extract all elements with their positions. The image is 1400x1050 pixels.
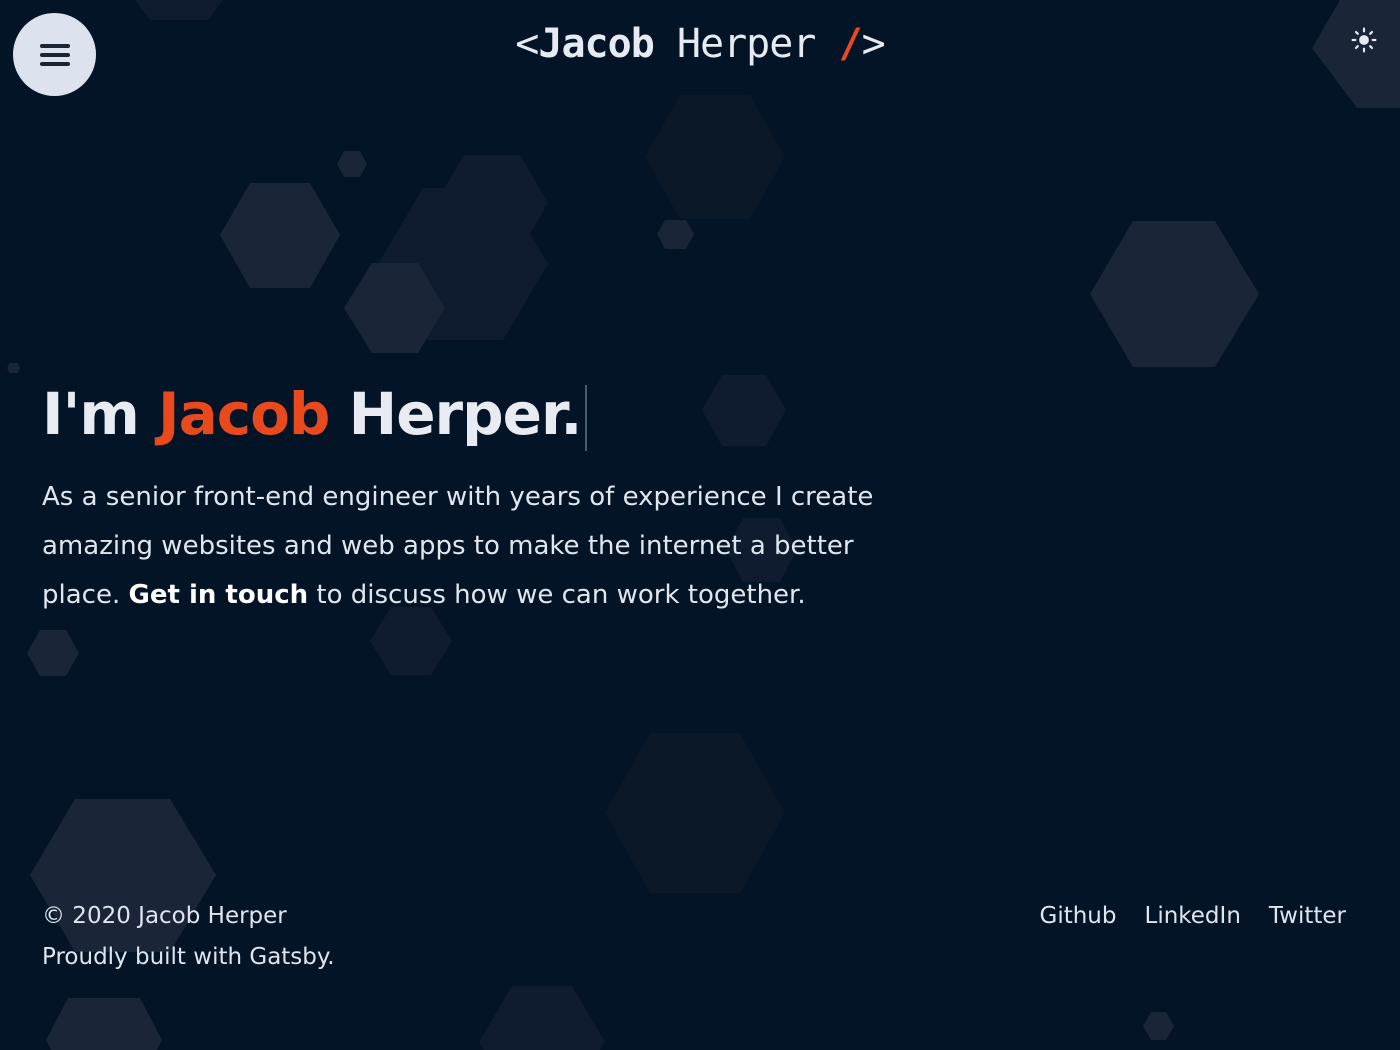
linkedin-link[interactable]: LinkedIn	[1145, 896, 1241, 937]
hero-description: As a senior front-end engineer with year…	[42, 473, 882, 620]
background-hexagon	[702, 375, 786, 446]
hero-title-prefix: I'm	[42, 380, 140, 448]
background-hexagon	[7, 363, 20, 373]
sun-icon	[1351, 27, 1377, 53]
hero-title-suffix: Herper.	[348, 380, 583, 448]
site-logo[interactable]: <Jacob Herper />	[0, 18, 1400, 70]
logo-first-name: Jacob	[538, 21, 654, 67]
logo-slash: /	[838, 21, 863, 67]
background-hexagon	[337, 151, 367, 177]
footer-social-links: Github LinkedIn Twitter	[1040, 896, 1347, 937]
background-hexagon	[1090, 221, 1259, 367]
logo-close-bracket: >	[861, 21, 886, 67]
logo-open-bracket: <	[515, 21, 539, 67]
page: <Jacob Herper /> I'm Jacob Herper. As a …	[0, 0, 1400, 1050]
background-hexagon	[657, 220, 694, 249]
footer-info: © 2020 Jacob Herper Proudly built with G…	[42, 896, 335, 978]
background-hexagon	[27, 630, 79, 676]
hero-description-text-end: to discuss how we can work together.	[316, 580, 806, 610]
hero-title-accent: Jacob	[157, 380, 330, 448]
background-hexagon	[479, 986, 605, 1050]
hero-title: I'm Jacob Herper.	[42, 378, 588, 451]
background-hexagon	[645, 95, 785, 219]
github-link[interactable]: Github	[1040, 896, 1117, 937]
theme-toggle-button[interactable]	[1348, 24, 1380, 56]
background-hexagon	[605, 733, 785, 893]
background-hexagon	[1143, 1012, 1174, 1040]
logo-last-name: Herper	[676, 21, 816, 67]
typing-cursor	[585, 384, 588, 451]
footer-built-with: Proudly built with Gatsby.	[42, 944, 335, 970]
background-hexagon	[135, 0, 223, 20]
footer-copyright: © 2020 Jacob Herper	[42, 903, 287, 929]
background-hexagon	[46, 998, 162, 1050]
background-hexagon	[220, 183, 340, 288]
twitter-link[interactable]: Twitter	[1269, 896, 1346, 937]
get-in-touch-link[interactable]: Get in touch	[128, 580, 308, 610]
